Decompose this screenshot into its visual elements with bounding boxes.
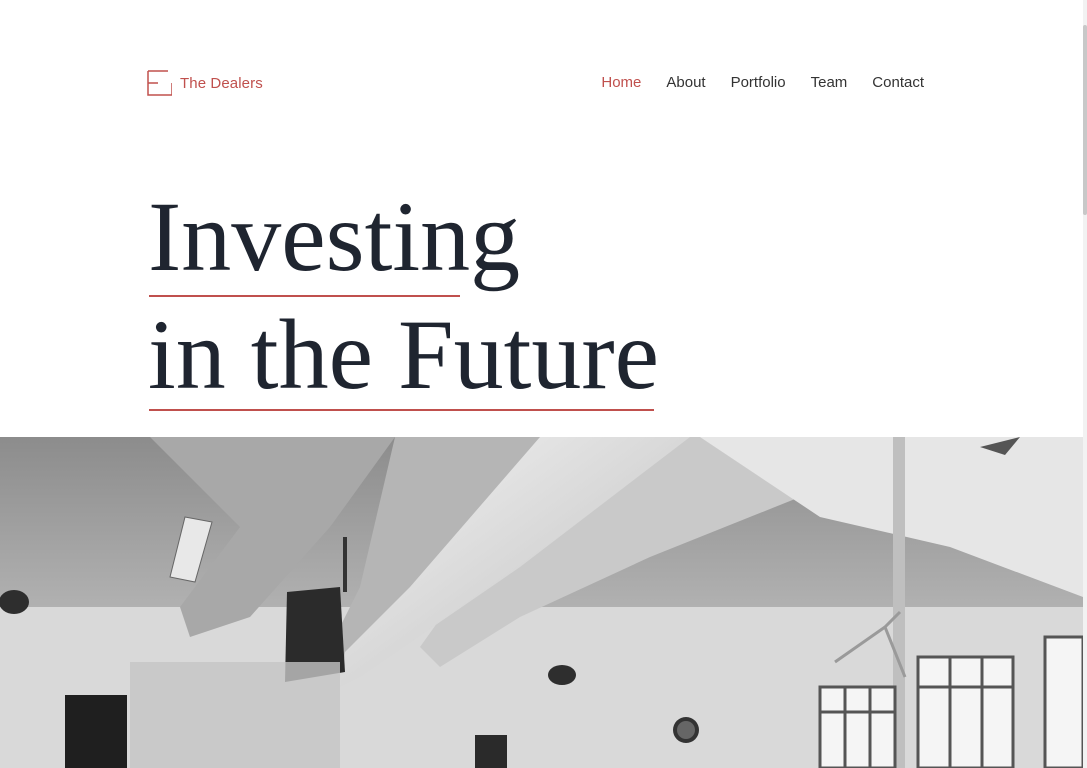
- nav-item-home[interactable]: Home: [601, 74, 641, 91]
- main-nav: Home About Portfolio Team Contact: [601, 74, 924, 91]
- hero-title-line-2: in the Future: [148, 299, 660, 410]
- nav-item-portfolio[interactable]: Portfolio: [731, 74, 786, 91]
- hero-title-line-1: Investing: [148, 181, 521, 292]
- office-photo-icon: [0, 437, 1083, 768]
- brand-logo[interactable]: The Dealers: [147, 70, 263, 96]
- scrollbar-thumb[interactable]: [1083, 25, 1087, 215]
- office-photo: [0, 437, 1083, 768]
- brand-name: The Dealers: [180, 74, 263, 92]
- site-header: The Dealers Home About Portfolio Team Co…: [0, 0, 1083, 170]
- hero-underline-1: [149, 295, 460, 297]
- scrollbar[interactable]: [1083, 0, 1087, 768]
- nav-item-contact[interactable]: Contact: [872, 74, 924, 91]
- nav-item-about[interactable]: About: [666, 74, 705, 91]
- hero-underline-2: [149, 409, 654, 411]
- brand-logo-icon: [147, 70, 172, 96]
- nav-item-team[interactable]: Team: [811, 74, 848, 91]
